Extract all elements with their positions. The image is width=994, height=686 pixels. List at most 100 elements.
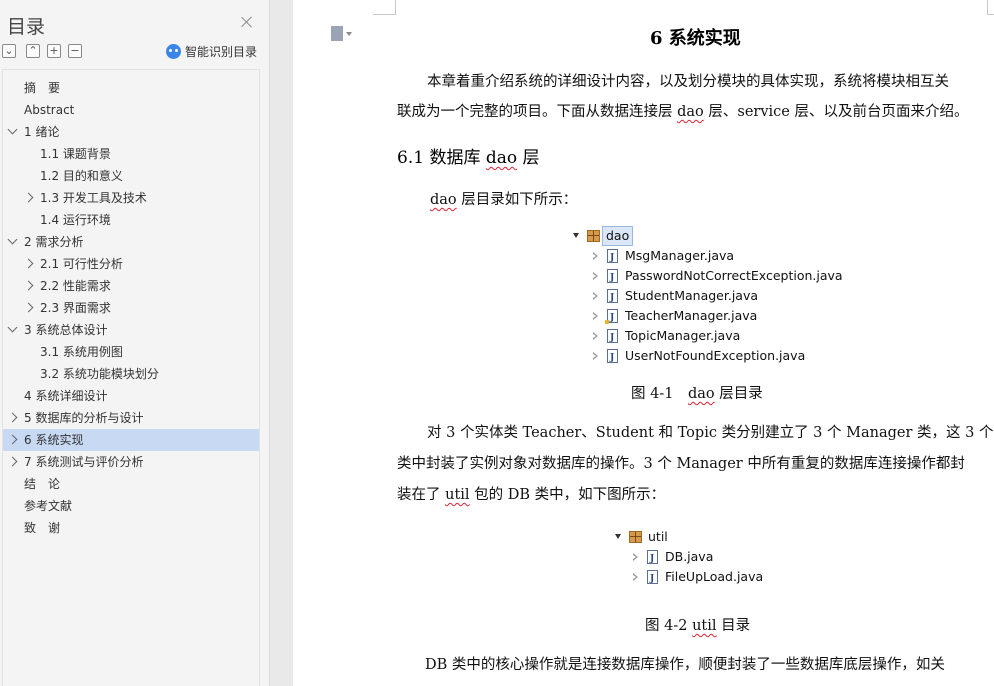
para2-line-1: 对 3 个实体类 Teacher、Student 和 Topic 类分别建立了 … <box>427 425 994 441</box>
section-heading: 6.1 数据库 dao 层 <box>397 143 540 168</box>
toc-item[interactable]: 1 绪论 <box>3 121 259 143</box>
toc-item-label: 结 论 <box>24 477 61 491</box>
smart-toc-button[interactable]: 智能识别目录 <box>166 43 257 60</box>
intro-line-2-a: 联成为一个完整的项目。下面从数据连接层 <box>397 104 678 120</box>
toc-item[interactable]: 5 数据库的分析与设计 <box>3 407 259 429</box>
dao-intro: dao 层目录如下所示： <box>430 188 994 209</box>
toc-item[interactable]: 3.2 系统功能模块划分 <box>3 363 259 385</box>
dao-intro-rest: 层目录如下所示： <box>456 192 578 208</box>
toc-item[interactable]: 2 需求分析 <box>3 231 259 253</box>
para2-line-2: 类中封装了实例对象对数据库的操作。3 个 Manager 中所有重复的数据库连接… <box>397 456 965 472</box>
toc-item[interactable]: 致 谢 <box>3 517 259 539</box>
toc-item[interactable]: 3 系统总体设计 <box>3 319 259 341</box>
toc-item-label: 7 系统测试与评价分析 <box>24 455 144 469</box>
toc-item[interactable]: 6 系统实现 <box>3 429 259 451</box>
figure-1-caption: 图 4-1 dao 层目录 <box>631 382 763 403</box>
toc-item-label: 参考文献 <box>24 499 73 513</box>
toc-item[interactable]: Abstract <box>3 99 259 121</box>
page-margin-marker-right <box>987 0 994 15</box>
toc-item-label: 1 绪论 <box>24 125 60 139</box>
smart-toc-label: 智能识别目录 <box>185 45 258 59</box>
section-heading-b: 层 <box>517 148 540 168</box>
java-file-icon: J <box>607 349 618 363</box>
chevron-right-icon[interactable] <box>7 412 18 423</box>
java-file-icon: J <box>607 329 618 343</box>
toc-sidebar: 目录 ⌄ ⌃ + − 智能识别目录 摘 要 Abstract 1 绪论 1.1 课题背… <box>0 0 270 686</box>
chapter-heading: 6 系统实现 <box>650 28 741 49</box>
close-icon[interactable] <box>240 15 254 29</box>
tree-file-label: UserNotFoundException.java <box>625 348 806 363</box>
chevron-right-icon[interactable] <box>23 302 34 313</box>
plus-icon: + <box>49 44 59 57</box>
intro-line-1: 本章着重介绍系统的详细设计内容，以及划分模块的具体实现，系统将模块相互关 <box>427 74 949 90</box>
tree-file-label: MsgManager.java <box>625 248 735 263</box>
toc-item-label: Abstract <box>24 103 75 117</box>
java-file-icon: J <box>607 269 618 283</box>
chevron-right-icon[interactable] <box>7 434 18 445</box>
toc-item[interactable]: 7 系统测试与评价分析 <box>3 451 259 473</box>
expand-level-button[interactable]: + <box>47 44 61 58</box>
toc-item[interactable]: 4 系统详细设计 <box>3 385 259 407</box>
toc-item[interactable]: 3.1 系统用例图 <box>3 341 259 363</box>
collapsed-triangle-icon <box>593 352 598 360</box>
toc-toolbar: ⌄ ⌃ + − <box>2 44 82 58</box>
toc-item-label: 1.3 开发工具及技术 <box>40 191 147 205</box>
document-page[interactable]: 6 系统实现 本章着重介绍系统的详细设计内容，以及划分模块的具体实现，系统将模块… <box>293 0 994 686</box>
collapsed-triangle-icon <box>633 553 638 561</box>
toc-item-label: 2.3 界面需求 <box>40 301 111 315</box>
toc-item[interactable]: 2.3 界面需求 <box>3 297 259 319</box>
chevron-down-icon[interactable] <box>7 322 18 333</box>
tree-root-label: util <box>648 529 668 544</box>
collapsed-triangle-icon <box>633 573 638 581</box>
tree-file-label: TopicManager.java <box>625 328 741 343</box>
toc-item-label: 摘 要 <box>24 81 61 95</box>
toc-item[interactable]: 结 论 <box>3 473 259 495</box>
chevron-right-icon[interactable] <box>23 280 34 291</box>
smart-toc-icon <box>166 44 181 59</box>
toc-item-label: 3 系统总体设计 <box>24 323 108 337</box>
java-file-icon: J <box>647 570 658 584</box>
intro-line-2: 联成为一个完整的项目。下面从数据连接层 dao 层、service 层、以及前台… <box>397 100 994 121</box>
document-area[interactable]: 6 系统实现 本章着重介绍系统的详细设计内容，以及划分模块的具体实现，系统将模块… <box>271 0 994 686</box>
toc-item[interactable]: 1.4 运行环境 <box>3 209 259 231</box>
collapsed-triangle-icon <box>593 252 598 260</box>
toc-item-label: 5 数据库的分析与设计 <box>24 411 144 425</box>
expand-all-button[interactable]: ⌄ <box>2 44 16 58</box>
toc-item-label: 致 谢 <box>24 521 61 535</box>
document-menu-icon[interactable] <box>331 26 352 41</box>
toc-item-label: 3.1 系统用例图 <box>40 345 123 359</box>
toc-item[interactable]: 摘 要 <box>3 77 259 99</box>
sidebar-title: 目录 <box>7 16 46 38</box>
toc-item[interactable]: 2.1 可行性分析 <box>3 253 259 275</box>
java-file-icon: J <box>607 249 618 263</box>
figure-1-caption-b: 层目录 <box>714 386 763 402</box>
tree-root-label: dao <box>602 226 634 246</box>
para2-line-3: 装在了 util 包的 DB 类中，如下图所示： <box>397 483 994 504</box>
toc-item[interactable]: 参考文献 <box>3 495 259 517</box>
tree-file-label: StudentManager.java <box>625 288 759 303</box>
chevron-right-icon[interactable] <box>23 258 34 269</box>
toc-item-label: 2.2 性能需求 <box>40 279 111 293</box>
chevron-down-icon[interactable] <box>7 124 18 135</box>
chevron-right-icon[interactable] <box>23 192 34 203</box>
toc-item-label: 2.1 可行性分析 <box>40 257 123 271</box>
collapsed-triangle-icon <box>593 272 598 280</box>
chevron-up-icon: ⌃ <box>28 44 38 57</box>
chevron-down-icon[interactable] <box>7 234 18 245</box>
collapse-up-button[interactable]: ⌃ <box>26 44 40 58</box>
java-file-icon: J <box>647 550 658 564</box>
toc-item[interactable]: 1.3 开发工具及技术 <box>3 187 259 209</box>
toc-item-label: 1.1 课题背景 <box>40 147 111 161</box>
chevron-down-icon: ⌄ <box>4 44 14 57</box>
toc-item[interactable]: 1.1 课题背景 <box>3 143 259 165</box>
para3-line-1: DB 类中的核心操作就是连接数据库操作，顺便封装了一些数据库底层操作，如关 <box>425 657 945 673</box>
chevron-right-icon[interactable] <box>7 456 18 467</box>
section-heading-dao: dao <box>485 148 518 168</box>
toc-item[interactable]: 2.2 性能需求 <box>3 275 259 297</box>
toc-item[interactable]: 1.2 目的和意义 <box>3 165 259 187</box>
intro-line-2-dao: dao <box>677 104 704 120</box>
java-file-icon: J <box>607 289 618 303</box>
tree-file-label: FileUpLoad.java <box>665 569 764 584</box>
collapse-level-button[interactable]: − <box>68 44 82 58</box>
figure-2-caption-util: util <box>692 618 717 634</box>
